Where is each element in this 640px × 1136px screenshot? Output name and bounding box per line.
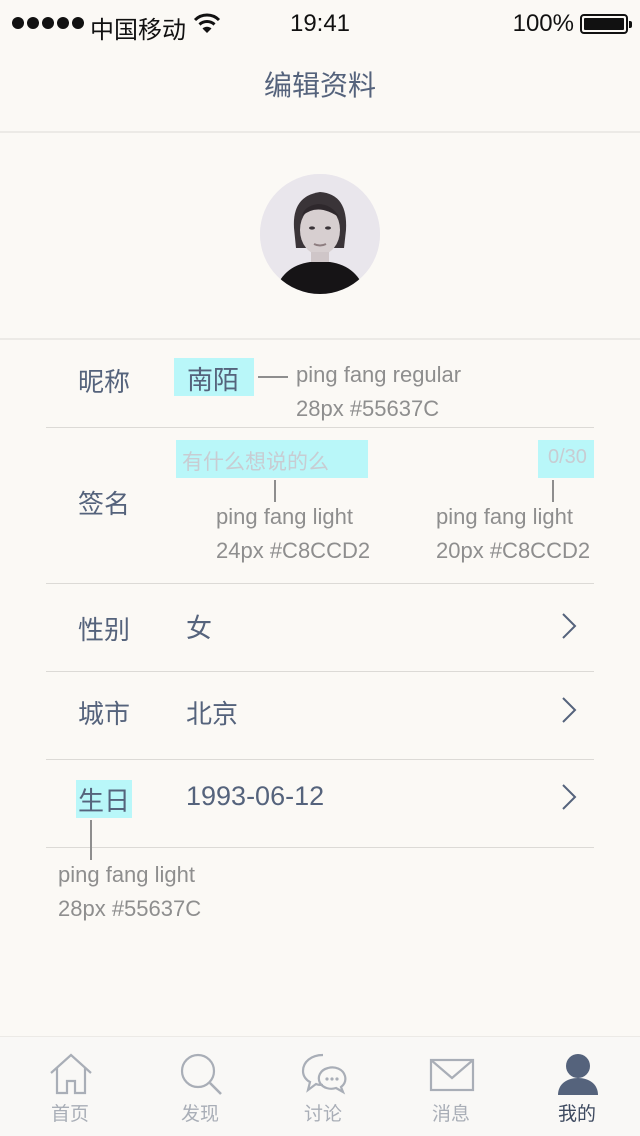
- annotation-font: ping fang regular: [296, 362, 462, 387]
- annotation-leader-line: [274, 480, 276, 502]
- label-annotation: ping fang light 28px #55637C: [58, 858, 201, 926]
- avatar-divider: [0, 338, 640, 340]
- row-divider: [46, 583, 594, 584]
- nickname-annotation: ping fang regular 28px #55637C: [296, 358, 461, 426]
- battery-percentage: 100%: [512, 10, 574, 37]
- city-value: 北京: [186, 700, 239, 730]
- annotation-leader-line: [258, 376, 288, 378]
- tab-discussion[interactable]: 讨论: [259, 1037, 387, 1136]
- search-icon: [180, 1053, 222, 1095]
- tab-home[interactable]: 首页: [6, 1037, 134, 1136]
- gender-label: 性别: [78, 616, 131, 646]
- signature-char-count: 0/30: [548, 446, 587, 468]
- tab-label: 发现: [180, 1103, 219, 1125]
- tab-label: 讨论: [303, 1103, 342, 1125]
- annotation-font: ping fang light: [58, 862, 195, 887]
- user-icon: [558, 1054, 598, 1095]
- signature-label: 签名: [78, 490, 131, 520]
- nickname-label: 昵称: [78, 368, 131, 398]
- row-divider: [46, 427, 594, 428]
- birthday-label: 生日: [78, 787, 131, 817]
- tab-label: 首页: [50, 1103, 89, 1125]
- tab-label: 消息: [431, 1103, 470, 1125]
- avatar-photo: [260, 174, 380, 294]
- battery-icon: [580, 14, 632, 34]
- tab-me[interactable]: 我的: [513, 1037, 640, 1136]
- avatar[interactable]: [260, 174, 380, 294]
- row-divider: [46, 759, 594, 760]
- tab-discover[interactable]: 发现: [136, 1037, 264, 1136]
- chat-icon: [301, 1053, 347, 1095]
- tab-label: 我的: [557, 1103, 596, 1125]
- chevron-right-icon: [562, 697, 577, 723]
- city-label: 城市: [78, 700, 131, 730]
- status-bar: 中国移动 19:41 100%: [0, 0, 640, 48]
- annotation-spec: 24px #C8CCD2: [216, 538, 371, 563]
- gender-value: 女: [186, 614, 213, 644]
- signature-input[interactable]: 有什么想说的么: [182, 446, 329, 476]
- row-divider: [46, 847, 594, 848]
- annotation-leader-line: [552, 480, 554, 502]
- nav-divider: [0, 131, 640, 133]
- chevron-right-icon: [562, 613, 577, 639]
- annotation-font: ping fang light: [436, 504, 573, 529]
- count-annotation: ping fang light 20px #C8CCD2: [436, 500, 590, 568]
- chevron-right-icon: [562, 784, 577, 810]
- mail-icon: [429, 1058, 475, 1092]
- home-icon: [50, 1053, 92, 1095]
- tab-bar: 首页 发现 讨论 消息 我的: [0, 1036, 640, 1136]
- annotation-leader-line: [90, 820, 92, 860]
- birthday-value: 1993-06-12: [186, 781, 325, 811]
- annotation-font: ping fang light: [216, 504, 353, 529]
- tab-messages[interactable]: 消息: [387, 1037, 515, 1136]
- annotation-spec: 28px #55637C: [296, 396, 440, 421]
- row-divider: [46, 671, 594, 672]
- annotation-spec: 20px #C8CCD2: [436, 538, 591, 563]
- annotation-spec: 28px #55637C: [58, 896, 202, 921]
- placeholder-annotation: ping fang light 24px #C8CCD2: [216, 500, 370, 568]
- page-title: 编辑资料: [263, 69, 376, 102]
- nickname-value[interactable]: 南陌: [187, 360, 239, 397]
